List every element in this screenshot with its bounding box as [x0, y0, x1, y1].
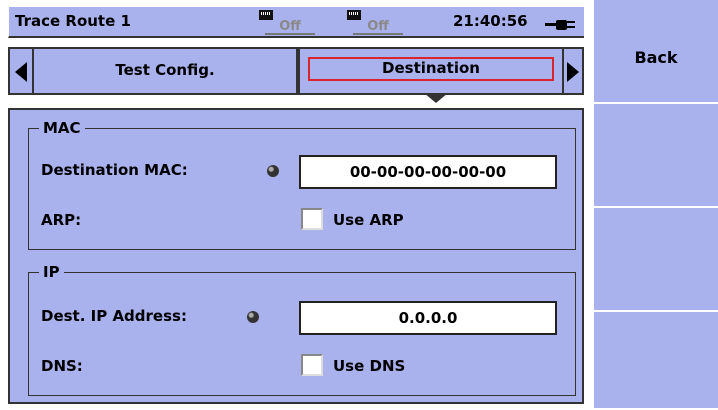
softkey-2[interactable] — [592, 104, 718, 208]
use-arp-checkbox[interactable] — [301, 208, 323, 230]
app-title: Trace Route 1 — [15, 12, 131, 30]
tab-test-config[interactable]: Test Config. — [32, 47, 298, 95]
dns-label: DNS: — [41, 357, 83, 375]
clock: 21:40:56 — [453, 12, 528, 30]
app-window: Trace Route 1 Off Off 21:40:56 Test Conf… — [0, 0, 718, 410]
softkey-panel: Back — [592, 0, 718, 410]
tab-previous-button[interactable] — [8, 47, 32, 95]
destination-mac-field[interactable]: 00-00-00-00-00-00 — [299, 155, 557, 189]
arp-label: ARP: — [41, 211, 82, 229]
arrow-left-icon — [15, 62, 27, 82]
mac-group: MAC Destination MAC: 00-00-00-00-00-00 A… — [28, 119, 576, 250]
use-arp-label: Use ARP — [333, 211, 404, 229]
softkey-4[interactable] — [592, 312, 718, 410]
tab-destination[interactable]: Destination — [298, 47, 564, 95]
arrow-right-icon — [567, 62, 579, 82]
port-1-state: Off — [265, 17, 315, 35]
use-dns-checkbox[interactable] — [301, 354, 323, 376]
main-panel: MAC Destination MAC: 00-00-00-00-00-00 A… — [8, 108, 584, 404]
tab-bar: Test Config. Destination — [8, 47, 584, 95]
softkey-label: Back — [634, 48, 678, 67]
power-plug-icon — [545, 20, 575, 30]
dest-ip-address-field[interactable]: 0.0.0.0 — [299, 301, 557, 335]
destination-mac-label: Destination MAC: — [41, 161, 188, 179]
tab-next-button[interactable] — [564, 47, 584, 95]
group-legend-ip: IP — [39, 263, 64, 281]
knob-icon — [247, 311, 259, 323]
status-bar: Trace Route 1 Off Off 21:40:56 — [8, 6, 584, 38]
use-dns-label: Use DNS — [333, 357, 406, 375]
selected-tab-indicator-icon — [424, 93, 448, 103]
group-legend-mac: MAC — [39, 119, 85, 137]
port-2-state: Off — [353, 17, 403, 35]
dest-ip-address-label: Dest. IP Address: — [41, 307, 187, 325]
tab-label: Test Config. — [115, 61, 215, 79]
tab-label: Destination — [382, 59, 480, 77]
softkey-3[interactable] — [592, 208, 718, 312]
ip-group: IP Dest. IP Address: 0.0.0.0 DNS: Use DN… — [28, 263, 576, 396]
back-button[interactable]: Back — [592, 0, 718, 104]
knob-icon — [267, 165, 279, 177]
